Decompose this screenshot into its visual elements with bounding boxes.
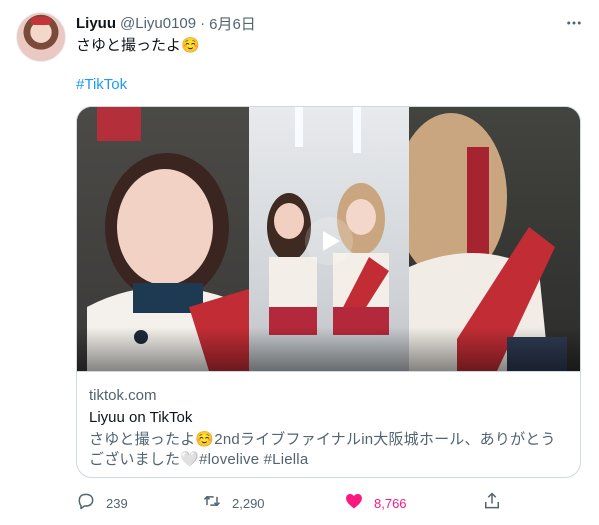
share-button[interactable] (482, 491, 502, 516)
retweet-icon (202, 491, 222, 516)
user-handle[interactable]: @Liyu0109 (120, 15, 196, 32)
play-icon[interactable] (305, 217, 353, 265)
avatar-bow (31, 17, 51, 25)
card-description: さゆと撮ったよ☺️2ndライブファイナルin大阪城ホール、ありがとうございました… (89, 431, 556, 468)
tweet-date[interactable]: 6月6日 (209, 13, 256, 34)
card-info[interactable]: tiktok.com Liyuu on TikTok さゆと撮ったよ☺️2ndラ… (77, 371, 580, 477)
more-icon[interactable] (563, 12, 585, 34)
card-title: Liyuu on TikTok (89, 409, 193, 426)
tweet-header: Liyuu @Liyu0109 · 6月6日 (76, 13, 256, 33)
reply-icon (76, 491, 96, 516)
heart-icon (344, 491, 364, 516)
video-thumbnail[interactable] (77, 107, 580, 371)
thumbnail-shade (77, 327, 580, 371)
retweet-count: 2,290 (232, 495, 265, 511)
share-icon (482, 491, 502, 516)
card-domain: tiktok.com (89, 387, 157, 404)
tweet: Liyuu @Liyu0109 · 6月6日 さゆと撮ったよ☺️ #TikTok (0, 0, 599, 525)
tweet-text: さゆと撮ったよ☺️ (76, 37, 200, 54)
display-name[interactable]: Liyuu (76, 15, 116, 32)
like-count: 8,766 (374, 495, 407, 511)
separator: · (200, 14, 206, 32)
like-button[interactable]: 8,766 (344, 492, 407, 514)
link-card[interactable]: tiktok.com Liyuu on TikTok さゆと撮ったよ☺️2ndラ… (76, 106, 581, 478)
retweet-button[interactable]: 2,290 (202, 492, 265, 514)
reply-count: 239 (106, 495, 128, 511)
avatar[interactable] (16, 12, 66, 62)
reply-button[interactable]: 239 (76, 492, 128, 514)
hashtag-link[interactable]: #TikTok (76, 76, 127, 93)
action-bar: 239 2,290 8,766 (76, 491, 581, 516)
